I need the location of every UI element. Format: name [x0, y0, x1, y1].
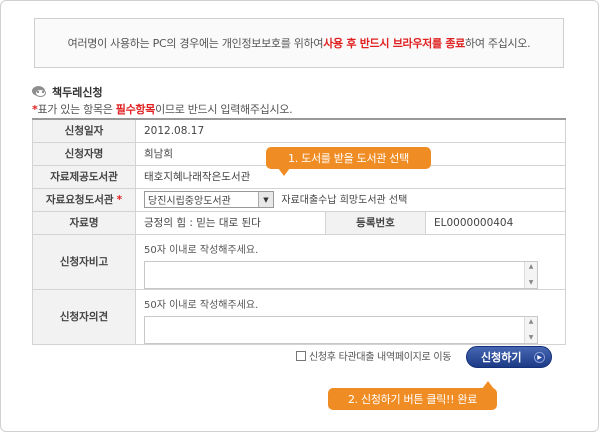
opinion-label: 신청자의견: [32, 288, 136, 345]
section-title-text: 책두레신청: [52, 86, 103, 99]
remarks-cell: 50자 이내로 작성해주세요. ▲ ▼: [135, 233, 566, 290]
callout-step1-text: 1. 도서를 받을 도서관 선택: [288, 152, 409, 165]
opinion-textarea[interactable]: ▲ ▼: [144, 315, 538, 344]
applicant-label: 신청자명: [32, 141, 136, 166]
opinion-cell: 50자 이내로 작성해주세요. ▲ ▼: [135, 288, 566, 345]
reg-number-label: 등록번호: [325, 210, 426, 235]
required-highlight: 필수항목: [115, 103, 156, 116]
scroll-up-icon[interactable]: ▲: [525, 317, 537, 327]
request-library-select[interactable]: 당진시립중앙도서관 ▼: [144, 191, 274, 209]
material-label: 자료명: [32, 210, 136, 235]
apply-date-label: 신청일자: [32, 118, 136, 143]
required-note-part1: 표가 있는 항목은: [37, 103, 116, 116]
opinion-scrollbar[interactable]: ▲ ▼: [524, 316, 537, 343]
row-material: 자료명 긍정의 힘 : 믿는 대로 된다 등록번호 EL0000000404: [32, 210, 566, 235]
callout-step1: 1. 도서를 받을 도서관 선택: [266, 147, 431, 169]
move-after-apply-option: 신청후 타관대출 내역페이지로 이동: [296, 348, 451, 363]
row-remarks: 신청자비고 50자 이내로 작성해주세요. ▲ ▼: [32, 233, 566, 290]
move-after-apply-checkbox[interactable]: [296, 350, 306, 361]
callout-step2-pointer: [482, 381, 494, 389]
move-after-apply-label: 신청후 타관대출 내역페이지로 이동: [309, 352, 452, 363]
request-library-cell: 당진시립중앙도서관 ▼ 자료대출수납 희망도서관 선택: [135, 187, 566, 212]
reg-number-value: EL0000000404: [425, 210, 566, 235]
remarks-label: 신청자비고: [32, 233, 136, 290]
scroll-down-icon[interactable]: ▼: [525, 333, 537, 343]
scroll-down-icon[interactable]: ▼: [525, 278, 537, 288]
remarks-textarea[interactable]: ▲ ▼: [144, 260, 538, 289]
remarks-scrollbar[interactable]: ▲ ▼: [524, 261, 537, 288]
privacy-notice: 여러명이 사용하는 PC의 경우에는 개인정보보호를 위하여 사용 후 반드시 …: [34, 18, 564, 68]
chevron-down-icon[interactable]: ▼: [258, 192, 273, 208]
chevron-right-icon: ▶: [534, 352, 545, 363]
request-library-label: 자료요청도서관 *: [32, 187, 136, 212]
scroll-up-icon[interactable]: ▲: [525, 262, 537, 272]
notice-highlight: 사용 후 반드시 브라우저를 종료: [323, 37, 465, 50]
notice-text-after: 하여 주십시오.: [465, 37, 531, 50]
request-library-note: 자료대출수납 희망도서관 선택: [281, 194, 408, 206]
submit-button-label: 신청하기: [481, 351, 522, 364]
section-title: 책두레신청: [32, 84, 103, 100]
required-note: *표가 있는 항목은 필수항목이므로 반드시 입력해주십시오.: [32, 101, 293, 117]
callout-step2-text: 2. 신청하기 버튼 클릭!! 완료: [347, 393, 478, 406]
request-library-label-text: 자료요청도서관: [45, 194, 114, 206]
required-note-part2: 이므로 반드시 입력해주십시오.: [155, 103, 293, 116]
apply-date-value: 2012.08.17: [135, 118, 566, 143]
request-library-selected: 당진시립중앙도서관: [148, 196, 231, 208]
notice-text-before: 여러명이 사용하는 PC의 경우에는 개인정보보호를 위하여: [67, 37, 324, 50]
submit-button[interactable]: 신청하기 ▶: [466, 346, 552, 368]
request-library-star: *: [116, 194, 123, 206]
remarks-hint: 50자 이내로 작성해주세요.: [144, 244, 259, 256]
speech-bubble-icon: [32, 86, 48, 98]
material-value: 긍정의 힘 : 믿는 대로 된다: [135, 210, 326, 235]
row-request-library: 자료요청도서관 * 당진시립중앙도서관 ▼ 자료대출수납 희망도서관 선택: [32, 187, 566, 212]
row-apply-date: 신청일자 2012.08.17: [32, 118, 566, 143]
provider-library-label: 자료제공도서관: [32, 164, 136, 189]
callout-step2: 2. 신청하기 버튼 클릭!! 완료: [328, 388, 497, 410]
opinion-hint: 50자 이내로 작성해주세요.: [144, 299, 259, 311]
callout-step1-pointer: [278, 168, 290, 176]
row-opinion: 신청자의견 50자 이내로 작성해주세요. ▲ ▼: [32, 288, 566, 345]
